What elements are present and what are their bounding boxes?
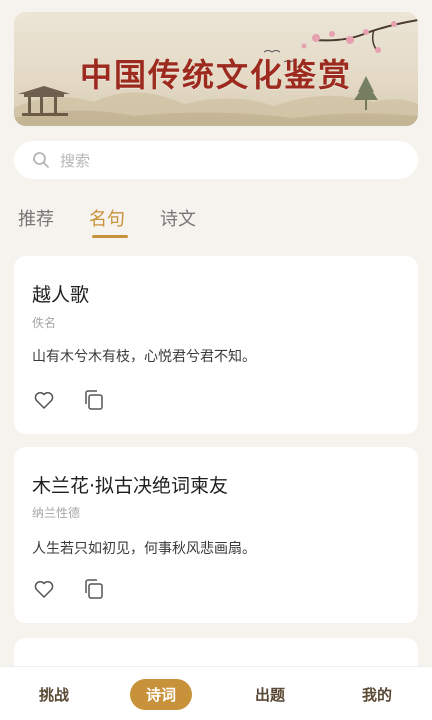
card-author: 纳兰性德	[32, 506, 81, 520]
card-author: 佚名	[32, 316, 57, 330]
banner: 中国传统文化鉴赏	[14, 12, 418, 126]
search-placeholder: 搜索	[60, 151, 91, 170]
search-icon	[32, 151, 50, 169]
heart-icon[interactable]	[32, 388, 56, 412]
nav-quiz[interactable]: 出题	[235, 667, 305, 720]
nav-mine[interactable]: 我的	[342, 667, 412, 720]
heart-icon[interactable]	[32, 577, 56, 601]
nav-challenge[interactable]: 挑战	[19, 667, 89, 720]
quote-card[interactable]: 越人歌 佚名 山有木兮木有枝，心悦君兮君不知。	[14, 256, 418, 434]
search-input[interactable]: 搜索	[14, 141, 418, 179]
quote-card[interactable]: 木兰花·拟古决绝词柬友 纳兰性德 人生若只如初见，何事秋风悲画扇。	[14, 447, 418, 623]
banner-title: 中国传统文化鉴赏	[79, 56, 352, 94]
card-actions	[32, 577, 106, 601]
nav-poetry[interactable]: 诗词	[126, 667, 196, 720]
card-actions	[32, 388, 106, 412]
tab-famous-lines[interactable]: 名句	[89, 205, 125, 231]
active-tab-indicator	[92, 235, 128, 238]
tab-poems[interactable]: 诗文	[160, 205, 196, 231]
card-verse: 山有木兮木有枝，心悦君兮君不知。	[32, 349, 256, 365]
card-title: 越人歌	[32, 284, 90, 306]
tab-recommend[interactable]: 推荐	[18, 205, 54, 231]
card-title: 木兰花·拟古决绝词柬友	[32, 475, 229, 497]
tab-bar: 推荐 名句 诗文	[18, 205, 418, 245]
bottom-nav: 挑战 诗词 出题 我的	[0, 666, 432, 720]
card-verse: 人生若只如初见，何事秋风悲画扇。	[32, 541, 256, 557]
copy-icon[interactable]	[82, 577, 106, 601]
copy-icon[interactable]	[82, 388, 106, 412]
